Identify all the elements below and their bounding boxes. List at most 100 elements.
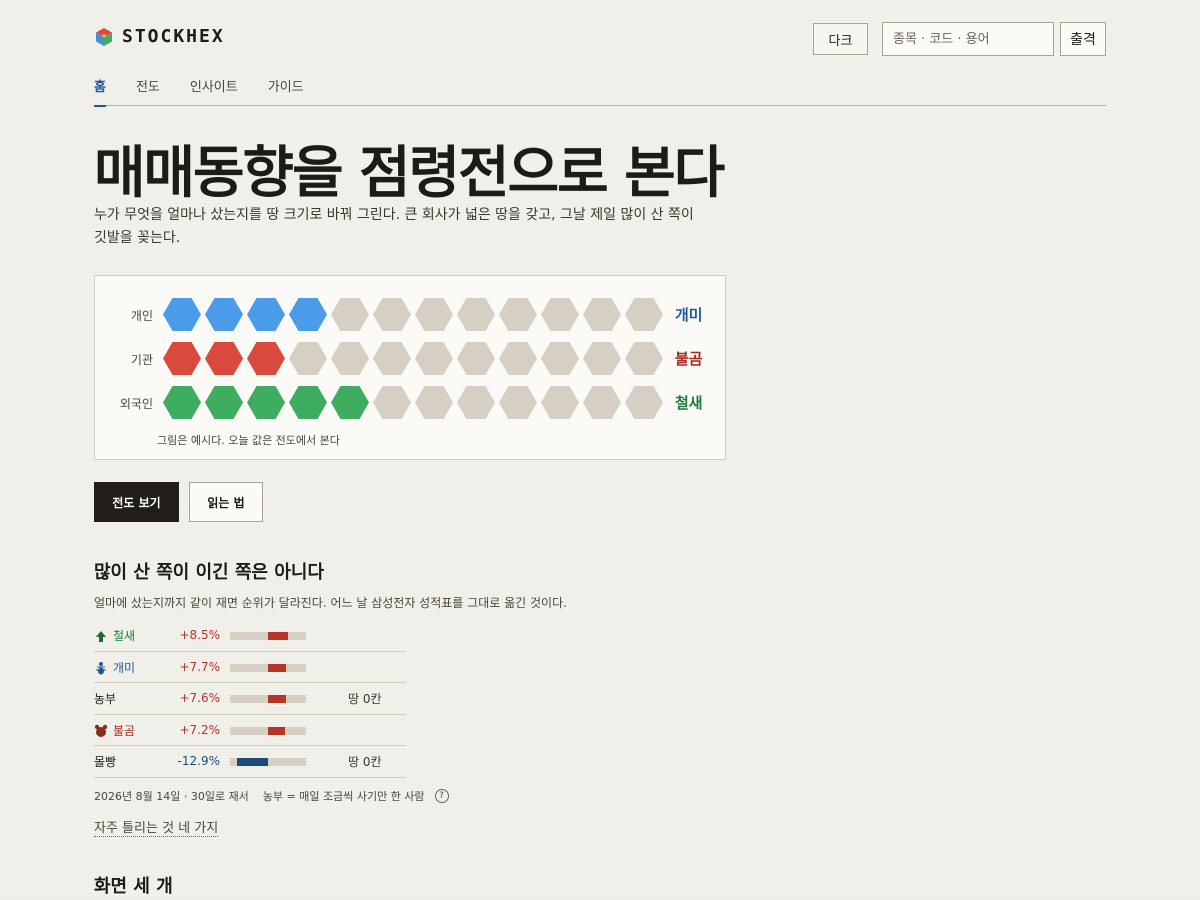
nav-item-home[interactable]: 홈: [94, 74, 106, 107]
row-bar-fill: [268, 632, 289, 640]
territory-hex-empty: [541, 386, 579, 419]
territory-hex-filled: [205, 386, 243, 419]
row-bar-fill: [237, 758, 268, 766]
row-extra: 땅 0칸: [348, 755, 382, 769]
territory-hex-filled: [205, 298, 243, 331]
header: STOCKHEX 다크 출격: [94, 22, 1106, 56]
view-map-button[interactable]: 전도 보기: [94, 482, 179, 522]
search-submit-button[interactable]: 출격: [1060, 22, 1106, 56]
row-tag: 철새: [675, 394, 703, 412]
territory-panel: 개인 개미 기관 불곰 외국인 철새 그림은 예시다. 오늘 값은 전도에서 본…: [94, 275, 726, 460]
ant-icon: [96, 661, 106, 674]
territory-hex-filled: [247, 342, 285, 375]
faq-link[interactable]: 자주 틀리는 것 네 가지: [94, 817, 219, 837]
row-name: 개미: [113, 660, 136, 675]
row-bar-fill: [268, 663, 287, 672]
hero-lead: 누가 무엇을 얼마나 샀는지를 땅 크기로 바꿔 그린다. 큰 회사가 넓은 땅…: [94, 207, 694, 246]
territory-hex-empty: [583, 386, 621, 419]
table-row: 몰빵 -12.9% 땅 0칸: [94, 746, 406, 778]
main-nav: 홈 전도 인사이트 가이드: [94, 74, 1106, 107]
row-label: 기관: [130, 353, 153, 367]
row-label: 개인: [130, 309, 153, 323]
ranking-footnote: 2026년 8월 14일 · 30일로 재서 농부 = 매일 조금씩 사기만 한…: [94, 788, 449, 804]
row-bar: [230, 695, 306, 703]
row-name: 철새: [113, 629, 136, 643]
territory-hex-empty: [625, 386, 663, 419]
table-row: 불곰 +7.2%: [94, 715, 406, 746]
territory-hex-filled: [163, 386, 201, 419]
territory-hex-filled: [247, 386, 285, 419]
ranking-table: 철새 +8.5% 개미 +7.7% 농부 +7.6% 땅 0칸 불곰 +7.2% 몰빵 -1…: [94, 620, 406, 778]
territory-hex-empty: [457, 386, 495, 419]
footnote-text: 2026년 8월 14일 · 30일로 재서 농부 = 매일 조금씩 사기만 한…: [94, 790, 425, 803]
dark-mode-button[interactable]: 다크: [813, 23, 868, 55]
ranking-description: 얼마에 샀는지까지 같이 재면 순위가 달라진다. 어느 날 삼성전자 성적표를…: [94, 596, 567, 610]
row-pct: -12.9%: [177, 754, 220, 768]
territory-hex-empty: [583, 298, 621, 331]
row-name: 농부: [94, 692, 117, 706]
row-bar: [230, 758, 306, 766]
territory-hex-empty: [457, 342, 495, 375]
territory-hex-empty: [499, 386, 537, 419]
territory-hex-empty: [499, 298, 537, 331]
territory-hex-empty: [373, 298, 411, 331]
nav-item-map[interactable]: 전도: [136, 74, 160, 106]
territory-hex-filled: [289, 386, 327, 419]
page-title: 매매동향을 점령전으로 본다: [94, 141, 725, 206]
row-name: 불곰: [113, 723, 136, 738]
panel-note: 그림은 예시다. 오늘 값은 전도에서 본다: [157, 434, 340, 447]
territory-hex-empty: [541, 298, 579, 331]
territory-row-institution: 기관 불곰: [95, 342, 725, 378]
territory-hex-empty: [331, 342, 369, 375]
bird-icon: [96, 631, 106, 642]
row-extra: 땅 0칸: [348, 692, 382, 706]
row-tag: 개미: [675, 306, 703, 324]
row-bar-fill: [268, 726, 286, 735]
territory-hex-empty: [625, 342, 663, 375]
territory-hex-filled: [205, 342, 243, 375]
help-icon[interactable]: ?: [434, 789, 449, 803]
territory-row-individual: 개인 개미: [95, 298, 725, 334]
nav-item-guide[interactable]: 가이드: [268, 74, 304, 106]
territory-hex-filled: [331, 386, 369, 419]
territory-hex-empty: [331, 298, 369, 331]
nav-item-insight[interactable]: 인사이트: [190, 74, 238, 106]
search-input[interactable]: [882, 22, 1054, 56]
logo[interactable]: STOCKHEX: [94, 26, 225, 47]
row-bar: [230, 632, 306, 640]
logo-text: STOCKHEX: [122, 26, 225, 47]
row-pct: +8.5%: [179, 628, 220, 642]
territory-hex-empty: [457, 298, 495, 331]
table-row: 개미 +7.7%: [94, 652, 406, 683]
logo-cube-icon: [96, 27, 112, 46]
ranking-heading: 많이 산 쪽이 이긴 쪽은 아니다: [94, 562, 325, 583]
table-row: 농부 +7.6% 땅 0칸: [94, 683, 406, 715]
territory-hex-empty: [541, 342, 579, 375]
row-label: 외국인: [119, 397, 153, 411]
row-pct: +7.2%: [179, 722, 220, 737]
row-name: 몰빵: [94, 755, 117, 769]
row-pct: +7.6%: [179, 691, 220, 705]
row-bar-fill: [268, 695, 287, 703]
territory-hex-empty: [499, 342, 537, 375]
territory-hex-empty: [415, 342, 453, 375]
territory-hex-empty: [373, 386, 411, 419]
territory-hex-empty: [625, 298, 663, 331]
territory-hex-empty: [373, 342, 411, 375]
territory-hex-empty: [415, 386, 453, 419]
row-tag: 불곰: [675, 350, 703, 368]
territory-hex-filled: [289, 298, 327, 331]
row-bar: [230, 726, 306, 735]
how-to-read-button[interactable]: 읽는 법: [189, 482, 263, 522]
territory-hex-empty: [289, 342, 327, 375]
territory-hex-filled: [163, 298, 201, 331]
row-pct: +7.7%: [179, 659, 220, 674]
territory-hex-filled: [163, 342, 201, 375]
bear-icon: [94, 724, 108, 737]
territory-row-foreign: 외국인 철새: [95, 386, 725, 422]
row-bar: [230, 663, 306, 672]
screens-heading: 화면 세 개: [94, 876, 173, 897]
territory-hex-empty: [583, 342, 621, 375]
table-row: 철새 +8.5%: [94, 620, 406, 652]
territory-hex-filled: [247, 298, 285, 331]
